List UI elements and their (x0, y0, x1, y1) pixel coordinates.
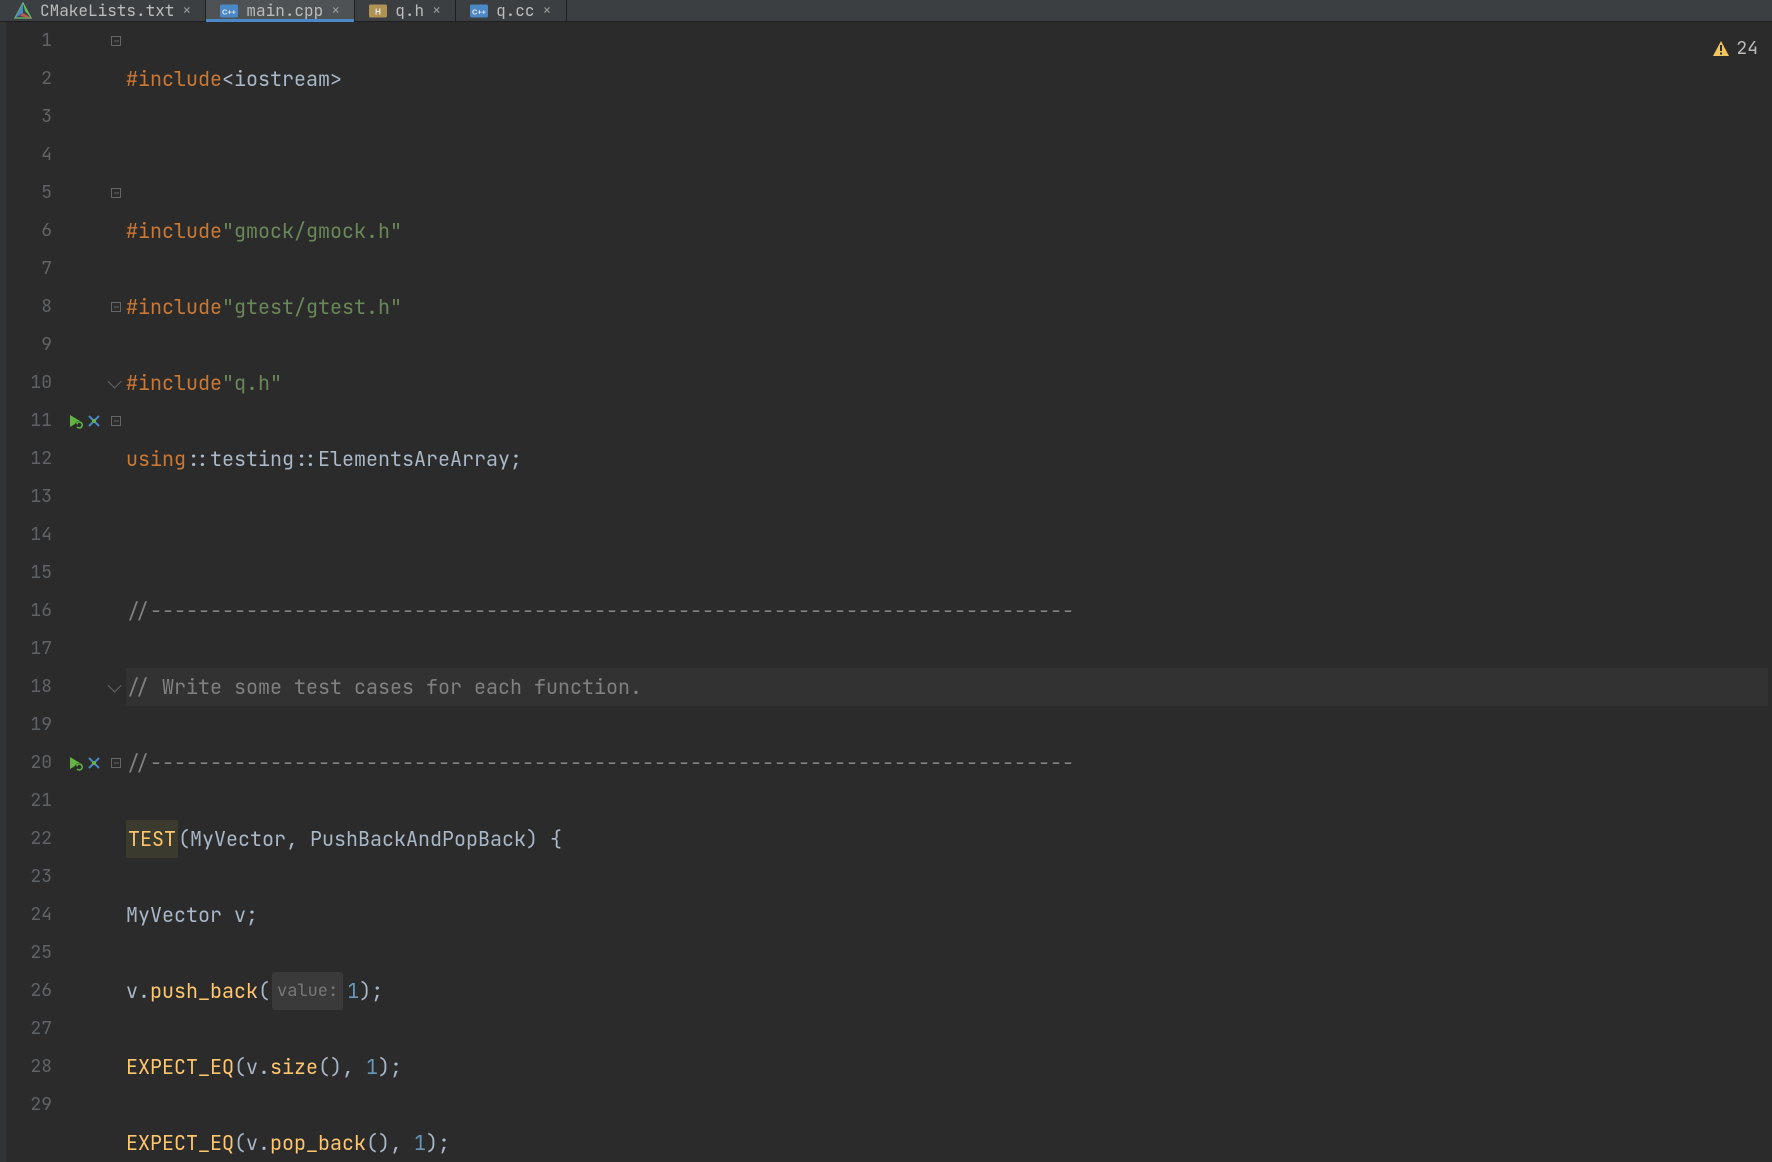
fold-handle[interactable] (106, 668, 126, 706)
ide-window: CMakeLists.txt × C++ main.cpp × H q.h × … (0, 0, 1772, 1162)
keyword: #include (126, 288, 222, 326)
punct: (), (318, 1048, 366, 1086)
tab-label: q.cc (496, 0, 534, 21)
run-test-gutter-icon[interactable] (62, 402, 106, 440)
punct: ; (510, 440, 522, 478)
line-number-gutter: 1234 5678 9101112 13141516 17181920 2122… (6, 22, 62, 1162)
keyword: #include (126, 364, 222, 402)
keyword: #include (126, 212, 222, 250)
tab-label: q.h (395, 0, 424, 21)
method-call: size (270, 1048, 318, 1086)
code-editor[interactable]: 1234 5678 9101112 13141516 17181920 2122… (0, 22, 1772, 1162)
cpp-icon: C++ (470, 2, 488, 20)
punct: ; (246, 896, 258, 934)
include-target: "gtest/gtest.h" (222, 288, 402, 326)
fold-handle[interactable] (106, 402, 126, 440)
punct: ); (359, 972, 383, 1010)
punct: ( (258, 972, 270, 1010)
editor-tab-bar: CMakeLists.txt × C++ main.cpp × H q.h × … (0, 0, 1772, 22)
comment: // Write some test cases for each functi… (126, 668, 642, 706)
include-target: <iostream> (222, 60, 342, 98)
close-icon[interactable]: × (432, 3, 441, 18)
svg-text:H: H (375, 7, 381, 16)
assert-macro: EXPECT_EQ (126, 1124, 234, 1162)
tab-q-h[interactable]: H q.h × (355, 0, 456, 21)
gutter-marks (62, 22, 106, 1162)
warning-icon (1712, 40, 1730, 58)
comment: //--------------------------------------… (126, 744, 1074, 782)
identifier: v (234, 896, 246, 934)
fold-handle[interactable] (106, 174, 126, 212)
comment: //--------------------------------------… (126, 592, 1074, 630)
cpp-icon: C++ (220, 2, 238, 20)
assert-macro: EXPECT_EQ (126, 1048, 234, 1086)
inspection-warning-badge[interactable]: 24 (1712, 30, 1758, 68)
keyword: #include (126, 60, 222, 98)
tab-cmakelists[interactable]: CMakeLists.txt × (0, 0, 206, 21)
svg-text:C++: C++ (222, 7, 236, 16)
fold-handle[interactable] (106, 364, 126, 402)
svg-text:C++: C++ (472, 7, 486, 16)
punct: ); (426, 1124, 450, 1162)
tab-q-cc[interactable]: C++ q.cc × (456, 0, 566, 21)
punct: (v. (234, 1048, 270, 1086)
namespace: ::testing:: (186, 440, 318, 478)
warning-count: 24 (1736, 30, 1758, 68)
number-literal: 1 (347, 972, 359, 1010)
punct: (), (366, 1124, 414, 1162)
number-literal: 1 (414, 1124, 426, 1162)
close-icon[interactable]: × (182, 3, 191, 18)
fold-handle[interactable] (106, 744, 126, 782)
method-call: push_back (150, 972, 258, 1010)
method-call: pop_back (270, 1124, 366, 1162)
code-text: (MyVector, PushBackAndPopBack) { (178, 820, 562, 858)
test-macro: TEST (126, 820, 178, 858)
code-text: v. (126, 972, 150, 1010)
run-test-gutter-icon[interactable] (62, 744, 106, 782)
header-icon: H (369, 2, 387, 20)
number-literal: 1 (366, 1048, 378, 1086)
identifier: ElementsAreArray (318, 440, 510, 478)
keyword: using (126, 440, 186, 478)
fold-handle[interactable] (106, 288, 126, 326)
tab-main-cpp[interactable]: C++ main.cpp × (206, 0, 355, 21)
include-target: "q.h" (222, 364, 282, 402)
code-text: MyVector (126, 896, 234, 934)
tab-label: CMakeLists.txt (40, 0, 174, 21)
close-icon[interactable]: × (542, 3, 551, 18)
include-target: "gmock/gmock.h" (222, 212, 402, 250)
code-area[interactable]: #include <iostream> #include "gmock/gmoc… (126, 22, 1772, 1162)
fold-handle[interactable] (106, 22, 126, 60)
parameter-hint: value: (272, 972, 343, 1010)
fold-column (106, 22, 126, 1162)
cmake-icon (14, 2, 32, 20)
punct: (v. (234, 1124, 270, 1162)
punct: ); (378, 1048, 402, 1086)
tab-label: main.cpp (246, 0, 323, 21)
close-icon[interactable]: × (331, 3, 340, 18)
